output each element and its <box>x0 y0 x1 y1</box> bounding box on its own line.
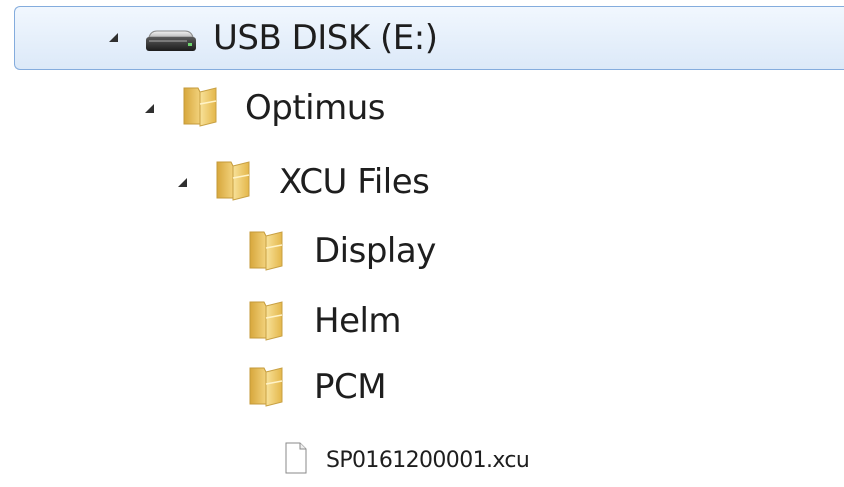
tree-item-label: SP0161200001.xcu <box>326 448 530 473</box>
usb-drive-icon <box>143 29 199 59</box>
tree-item-pcm[interactable]: PCM <box>0 358 844 416</box>
folder-icon <box>246 228 290 276</box>
expand-arrow-icon[interactable] <box>178 178 187 187</box>
folder-icon <box>246 364 290 412</box>
expand-arrow-icon[interactable] <box>145 104 154 113</box>
tree-item-display[interactable]: Display <box>0 222 844 280</box>
expand-arrow-icon[interactable] <box>109 33 118 42</box>
tree-item-label: XCU Files <box>279 162 430 202</box>
tree-item-usb-disk[interactable]: USB DISK (E:) <box>14 6 844 70</box>
tree-item-xcu-files[interactable]: XCU Files <box>0 152 844 210</box>
tree-item-label: Display <box>314 231 436 271</box>
folder-tree: USB DISK (E:) Optimus XCU Files Display … <box>0 0 844 487</box>
folder-icon <box>180 84 224 132</box>
document-icon <box>284 442 308 478</box>
tree-item-file[interactable]: SP0161200001.xcu <box>0 430 844 487</box>
tree-item-label: Optimus <box>245 88 386 128</box>
tree-item-optimus[interactable]: Optimus <box>0 78 844 136</box>
folder-icon <box>246 298 290 346</box>
tree-item-label: PCM <box>314 367 387 407</box>
tree-item-label: USB DISK (E:) <box>213 18 438 58</box>
tree-item-helm[interactable]: Helm <box>0 292 844 350</box>
folder-icon <box>213 158 257 206</box>
tree-item-label: Helm <box>314 301 402 341</box>
